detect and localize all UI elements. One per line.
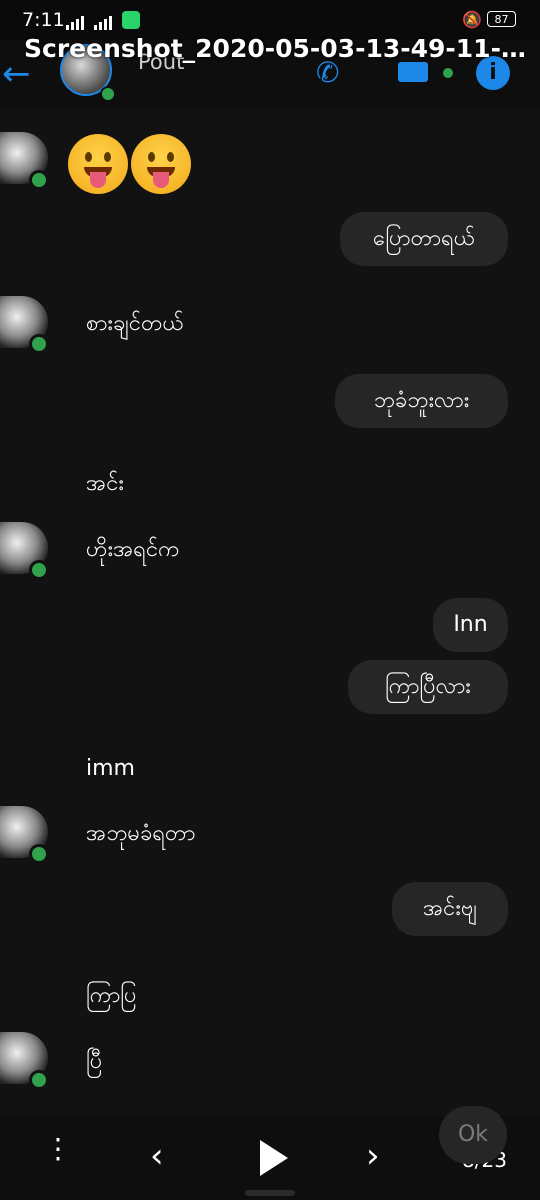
- status-time: 7:11: [22, 9, 65, 31]
- file-title: Screenshot_2020-05-03-13-49-11-0...: [24, 34, 534, 63]
- signal-icon: [66, 14, 84, 30]
- online-indicator: [29, 170, 49, 190]
- bell-off-icon: 🔕: [462, 10, 482, 29]
- signal-icon-2: [94, 14, 112, 30]
- sent-message[interactable]: ကြာပြီလား: [348, 660, 508, 714]
- app-notification-icon: [122, 11, 140, 29]
- sent-message[interactable]: Ok: [439, 1106, 507, 1164]
- sent-message[interactable]: ဘုခံဘူးလား: [335, 374, 508, 428]
- received-message[interactable]: imm: [86, 756, 135, 781]
- home-indicator[interactable]: [245, 1190, 295, 1196]
- online-indicator: [29, 560, 49, 580]
- video-online-dot: [443, 68, 453, 78]
- online-indicator: [29, 844, 49, 864]
- received-message[interactable]: စားချင်တယ်: [86, 308, 184, 341]
- online-indicator: [100, 86, 116, 102]
- online-indicator: [29, 1070, 49, 1090]
- more-vertical-icon[interactable]: ⋮: [44, 1135, 72, 1163]
- received-message[interactable]: အဘုမခံရတာ: [86, 818, 195, 851]
- sent-message[interactable]: အင်းဗျ: [392, 882, 508, 936]
- received-message[interactable]: ပြီ: [86, 1046, 102, 1079]
- chevron-right-icon[interactable]: ›: [366, 1136, 380, 1176]
- tongue-emoji-icon: [68, 134, 128, 194]
- received-message[interactable]: ကြာပြ: [86, 980, 137, 1013]
- play-icon[interactable]: [260, 1140, 288, 1176]
- sent-message[interactable]: ပြောတာရယ်: [340, 212, 508, 266]
- chevron-left-icon[interactable]: ‹: [150, 1136, 164, 1176]
- online-indicator: [29, 334, 49, 354]
- received-message[interactable]: အင်း: [86, 468, 124, 501]
- received-message[interactable]: ဟိုးအရင်က: [86, 534, 180, 567]
- sent-message[interactable]: Inn: [433, 598, 508, 652]
- battery-icon: 87: [487, 11, 516, 27]
- video-icon[interactable]: [398, 62, 428, 82]
- tongue-emoji-icon: [131, 134, 191, 194]
